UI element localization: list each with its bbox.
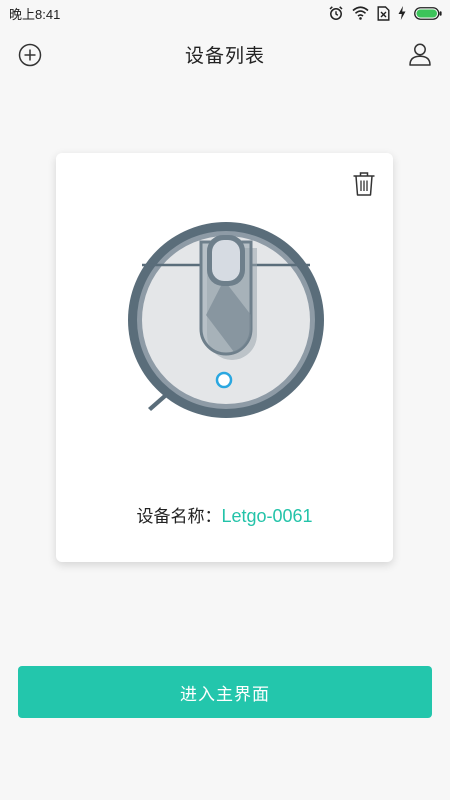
no-sim-icon [377, 5, 390, 21]
wifi-icon [352, 6, 369, 20]
device-name-label: 设备名称： [136, 507, 222, 527]
profile-button[interactable] [407, 41, 433, 67]
app-header: 设备列表 [0, 26, 450, 82]
device-name-row: 设备名称：Letgo-0061 [56, 502, 393, 527]
device-card[interactable]: 设备名称：Letgo-0061 [56, 153, 393, 562]
status-icons [328, 5, 442, 21]
device-name-value: Letgo-0061 [221, 506, 313, 526]
user-icon [409, 43, 431, 66]
trash-icon [353, 172, 375, 196]
alarm-icon [329, 6, 343, 20]
status-time: 晚上8:41 [9, 7, 61, 22]
delete-device-button[interactable] [352, 171, 376, 197]
page-title: 设备列表 [184, 45, 265, 67]
battery-icon [414, 6, 442, 20]
enter-main-button[interactable]: 进入主界面 [18, 666, 432, 718]
robot-vacuum-image [128, 222, 324, 418]
status-bar: 晚上8:41 [0, 0, 450, 26]
charging-icon [398, 6, 406, 20]
